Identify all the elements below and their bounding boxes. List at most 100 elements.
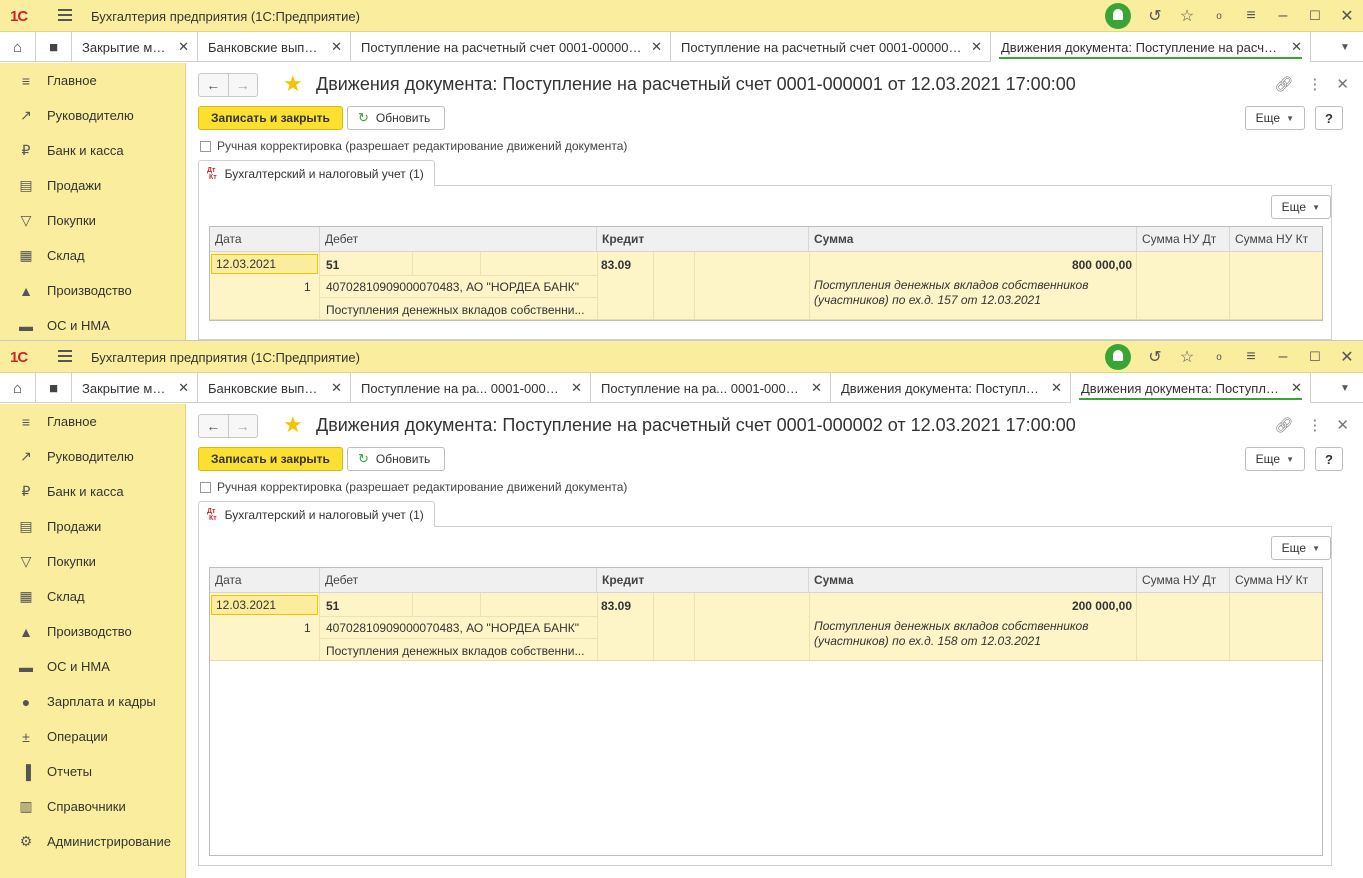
discussions-icon[interactable]: ■ [36, 32, 72, 62]
help-button[interactable]: ? [1315, 106, 1343, 130]
tab-4[interactable]: Поступление на расчетный счет 0001-00000… [671, 32, 991, 62]
tab-3[interactable]: Поступление на расчетный счет 0001-00000… [351, 32, 671, 62]
sidebar-item-2[interactable]: ↗ Руководителю [0, 98, 185, 133]
sidebar-item-7[interactable]: ▲ Производство [0, 273, 185, 308]
save-and-close-button[interactable]: Записать и закрыть [198, 447, 343, 471]
small-circle-icon[interactable]: o [1203, 0, 1235, 32]
sidebar-item-8[interactable]: ▬ ОС и НМА [0, 308, 185, 340]
grid-more-button[interactable]: Еще ▼ [1270, 536, 1331, 560]
sidebar-item-5[interactable]: ▽ Покупки [0, 544, 185, 579]
help-button[interactable]: ? [1315, 447, 1343, 471]
main-menu-icon[interactable] [58, 9, 72, 23]
column-debit[interactable]: Дебет [320, 227, 597, 251]
sidebar-item-7[interactable]: ▲ Производство [0, 614, 185, 649]
more-button[interactable]: Еще ▼ [1244, 106, 1305, 130]
settings-lines-icon[interactable]: ≡ [1235, 0, 1267, 32]
tab-close-icon[interactable]: ✕ [808, 380, 822, 396]
sidebar-item-1[interactable]: ≡ Главное [0, 404, 185, 439]
sidebar-item-6[interactable]: ▦ Склад [0, 238, 185, 273]
small-circle-icon[interactable]: o [1203, 341, 1235, 373]
debit-subconto-1[interactable]: 40702810909000070483, АО "НОРДЕА БАНК" [326, 621, 592, 635]
close-icon[interactable]: ✕ [1336, 416, 1349, 434]
column-tax-amount-dt[interactable]: Сумма НУ Дт [1137, 227, 1230, 251]
table-row[interactable]: 12.03.2021 1 51 40702810909000070483, АО… [210, 252, 1322, 320]
tab-close-icon[interactable]: ✕ [1288, 39, 1302, 55]
sidebar-item-2[interactable]: ↗ Руководителю [0, 439, 185, 474]
link-icon[interactable]: 🔗︎ [1274, 416, 1293, 434]
column-amount[interactable]: Сумма [809, 568, 1137, 592]
maximize-icon[interactable]: ☐ [1299, 341, 1331, 373]
favorite-star-icon[interactable]: ★ [283, 413, 303, 437]
debit-subconto-2[interactable]: Поступления денежных вкладов собственни.… [326, 644, 592, 658]
debit-account[interactable]: 51 [326, 599, 339, 613]
manual-edit-checkbox[interactable]: Ручная корректировка (разрешает редактир… [200, 139, 627, 153]
sidebar-item-4[interactable]: ▤ Продажи [0, 509, 185, 544]
kebab-menu-icon[interactable]: ⋮ [1307, 75, 1322, 93]
tab-close-icon[interactable]: ✕ [968, 39, 982, 55]
date-cell[interactable]: 12.03.2021 [211, 254, 318, 274]
column-tax-amount-kt[interactable]: Сумма НУ Кт [1230, 568, 1322, 592]
sidebar-item-11[interactable]: ▐ Отчеты [0, 754, 185, 789]
column-credit[interactable]: Кредит [597, 568, 809, 592]
date-cell[interactable]: 12.03.2021 [211, 595, 318, 615]
amount[interactable]: 200 000,00 [810, 599, 1132, 613]
sidebar-item-3[interactable]: ₽ Банк и касса [0, 474, 185, 509]
back-arrow-icon[interactable]: ← [199, 415, 228, 437]
debit-account[interactable]: 51 [326, 258, 339, 272]
tab-accounting-tax[interactable]: Дт Кт Бухгалтерский и налоговый учет (1) [198, 501, 435, 527]
sidebar-item-3[interactable]: ₽ Банк и касса [0, 133, 185, 168]
tab-close-icon[interactable]: ✕ [648, 39, 662, 55]
tab-close-icon[interactable]: ✕ [328, 39, 342, 55]
main-menu-icon[interactable] [58, 350, 72, 364]
sidebar-item-1[interactable]: ≡ Главное [0, 63, 185, 98]
favorite-star-icon[interactable]: ★ [283, 72, 303, 96]
tab-1[interactable]: Закрытие месяца ✕ [72, 373, 198, 403]
maximize-icon[interactable]: ☐ [1299, 0, 1331, 32]
save-and-close-button[interactable]: Записать и закрыть [198, 106, 343, 130]
tab-close-icon[interactable]: ✕ [328, 380, 342, 396]
kebab-menu-icon[interactable]: ⋮ [1307, 416, 1322, 434]
debit-subconto-2[interactable]: Поступления денежных вкладов собственни.… [326, 303, 592, 317]
column-date[interactable]: Дата [210, 568, 320, 592]
tab-close-icon[interactable]: ✕ [1288, 380, 1302, 396]
credit-account[interactable]: 83.09 [601, 599, 631, 613]
column-tax-amount-dt[interactable]: Сумма НУ Дт [1137, 568, 1230, 592]
forward-arrow-icon[interactable]: → [227, 74, 258, 96]
column-credit[interactable]: Кредит [597, 227, 809, 251]
notifications-bell-icon[interactable] [1105, 344, 1131, 370]
back-arrow-icon[interactable]: ← [199, 74, 228, 96]
tab-2[interactable]: Банковские выписки ✕ [198, 32, 351, 62]
column-amount[interactable]: Сумма [809, 227, 1137, 251]
column-date[interactable]: Дата [210, 227, 320, 251]
sidebar-item-5[interactable]: ▽ Покупки [0, 203, 185, 238]
close-window-icon[interactable]: ✕ [1331, 0, 1363, 32]
close-icon[interactable]: ✕ [1336, 75, 1349, 93]
tab-5[interactable]: Движения документа: Поступле... ✕ [831, 373, 1071, 403]
link-icon[interactable]: 🔗︎ [1274, 75, 1293, 93]
tab-4[interactable]: Поступление на ра... 0001-000002 ✕ [591, 373, 831, 403]
tab-close-icon[interactable]: ✕ [175, 380, 189, 396]
tab-close-icon[interactable]: ✕ [1048, 380, 1062, 396]
debit-subconto-1[interactable]: 40702810909000070483, АО "НОРДЕА БАНК" [326, 280, 592, 294]
minimize-icon[interactable]: – [1267, 341, 1299, 373]
table-row[interactable]: 12.03.2021 1 51 40702810909000070483, АО… [210, 593, 1322, 661]
tab-2[interactable]: Банковские выписки ✕ [198, 373, 351, 403]
sidebar-item-8[interactable]: ▬ ОС и НМА [0, 649, 185, 684]
refresh-button[interactable]: ↻ Обновить [347, 106, 446, 130]
home-icon[interactable]: ⌂ [0, 373, 36, 403]
sidebar-item-6[interactable]: ▦ Склад [0, 579, 185, 614]
column-debit[interactable]: Дебет [320, 568, 597, 592]
history-icon[interactable]: ↺ [1139, 341, 1171, 373]
history-icon[interactable]: ↺ [1139, 0, 1171, 32]
tab-close-icon[interactable]: ✕ [175, 39, 189, 55]
sidebar-item-13[interactable]: ⚙ Администрирование [0, 824, 185, 859]
tab-3[interactable]: Поступление на ра... 0001-000001 ✕ [351, 373, 591, 403]
refresh-button[interactable]: ↻ Обновить [347, 447, 446, 471]
sidebar-item-9[interactable]: ● Зарплата и кадры [0, 684, 185, 719]
tab-accounting-tax[interactable]: Дт Кт Бухгалтерский и налоговый учет (1) [198, 160, 435, 186]
settings-lines-icon[interactable]: ≡ [1235, 341, 1267, 373]
home-icon[interactable]: ⌂ [0, 32, 36, 62]
favorites-star-icon[interactable]: ☆ [1171, 0, 1203, 32]
tab-1[interactable]: Закрытие месяца ✕ [72, 32, 198, 62]
more-button[interactable]: Еще ▼ [1244, 447, 1305, 471]
